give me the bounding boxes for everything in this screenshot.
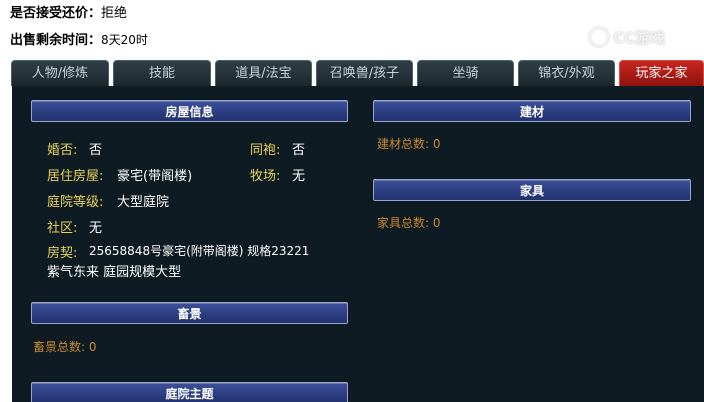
watermark: CC游戏	[589, 24, 701, 50]
married-value: 否	[89, 143, 103, 158]
counter-offer-value: 拒绝	[101, 6, 128, 21]
deed-line-1: 25658848号豪宅(附带阁楼) 规格23221	[89, 244, 310, 258]
deed-label: 房契:	[47, 246, 78, 261]
tab-summons[interactable]: 召唤兽/孩子	[316, 60, 413, 86]
robe-value: 否	[292, 143, 306, 158]
remaining-time-label: 出售剩余时间：	[10, 33, 102, 48]
remaining-time-row: 出售剩余时间：8天20时	[10, 29, 148, 48]
furniture-total: 家具总数: 0	[377, 216, 441, 230]
livestock-total: 畜景总数: 0	[33, 340, 97, 354]
watermark-text: CC游戏	[613, 28, 666, 47]
tab-mounts[interactable]: 坐骑	[417, 60, 514, 86]
counter-offer-row: 是否接受还价：拒绝	[10, 2, 127, 21]
ranch-value: 无	[292, 169, 306, 184]
remaining-time-value: 8天20时	[101, 33, 148, 47]
residence-label: 居住房屋:	[47, 169, 104, 184]
yard-level-label: 庭院等级:	[47, 195, 104, 210]
furniture-header: 家具	[373, 179, 691, 201]
community-value: 无	[89, 221, 103, 236]
watermark-logo-icon	[589, 27, 609, 47]
deed-line-2: 紫气东来 庭园规模大型	[47, 265, 182, 280]
counter-offer-label: 是否接受还价：	[10, 6, 102, 21]
married-label: 婚否:	[47, 143, 78, 158]
tab-player-home[interactable]: 玩家之家	[619, 60, 704, 86]
player-home-panel: 房屋信息 婚否: 否 同袍: 否 居住房屋: 豪宅(带阁楼) 牧场: 无 庭院等…	[12, 86, 704, 402]
robe-label: 同袍:	[250, 143, 281, 158]
materials-total: 建材总数: 0	[377, 137, 441, 151]
ranch-label: 牧场:	[250, 169, 281, 184]
livestock-header: 畜景	[31, 302, 348, 324]
yard-level-value: 大型庭院	[117, 195, 170, 210]
materials-header: 建材	[373, 100, 691, 122]
house-info-header: 房屋信息	[31, 100, 348, 122]
tab-items[interactable]: 道具/法宝	[215, 60, 312, 86]
tab-character[interactable]: 人物/修炼	[11, 60, 109, 86]
tab-skills[interactable]: 技能	[113, 60, 211, 86]
courtyard-theme-header: 庭院主题	[31, 382, 348, 402]
tab-outfits[interactable]: 锦衣/外观	[518, 60, 615, 86]
residence-value: 豪宅(带阁楼)	[117, 169, 193, 184]
community-label: 社区:	[47, 221, 78, 236]
